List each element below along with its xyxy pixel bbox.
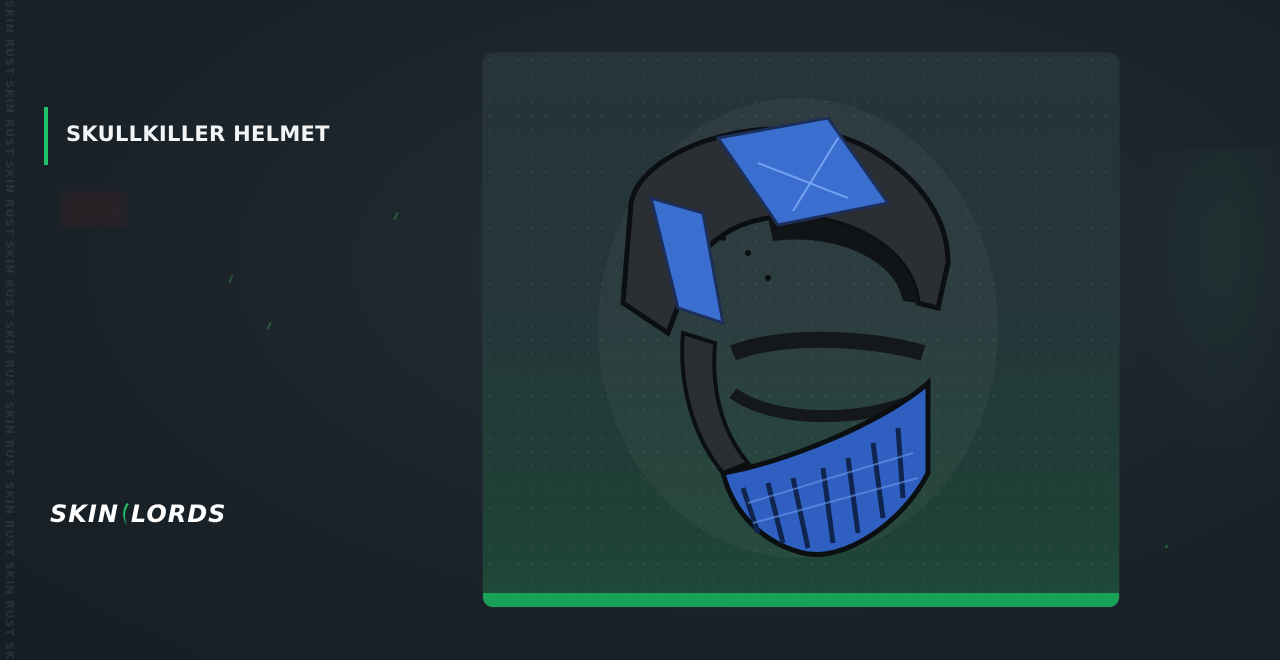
- brand-logo: SKIN LORDS: [50, 500, 226, 528]
- background-speck: [393, 211, 399, 221]
- title-accent-bar: [44, 107, 48, 165]
- background-speck: [266, 321, 272, 331]
- brand-mark-icon: [123, 503, 129, 525]
- brand-logo-left: SKIN: [50, 500, 119, 528]
- background-speck: [228, 274, 234, 284]
- brand-logo-right: LORDS: [130, 500, 227, 528]
- item-card: [483, 53, 1119, 607]
- background-glow: [1140, 150, 1280, 470]
- skullkiller-helmet-icon: [598, 98, 998, 558]
- blurred-badge: [62, 192, 128, 226]
- item-title: SKULLKILLER HELMET: [66, 122, 330, 146]
- side-watermark: SKIN RUST SKIN RUST SKIN RUST SKIN RUST …: [3, 0, 16, 660]
- card-accent-bar: [483, 593, 1119, 607]
- background-speck: [1164, 544, 1169, 549]
